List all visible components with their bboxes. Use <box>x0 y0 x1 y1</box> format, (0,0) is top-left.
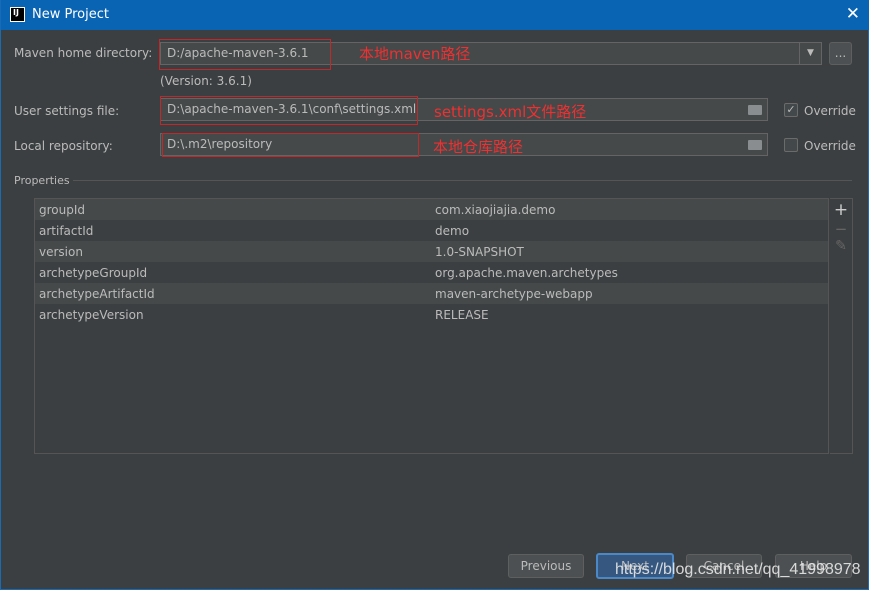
property-key: groupId <box>39 202 86 217</box>
property-value[interactable]: RELEASE <box>435 308 489 322</box>
highlight-box <box>162 133 419 157</box>
user-settings-label: User settings file: <box>14 104 120 118</box>
property-key: archetypeGroupId <box>39 265 148 280</box>
local-repo-override-checkbox[interactable] <box>784 138 798 152</box>
divider <box>73 180 852 181</box>
local-repo-annotation: 本地仓库路径 <box>433 138 524 156</box>
title-bar: IJ New Project ✕ <box>1 0 869 30</box>
add-icon[interactable]: + <box>830 200 852 220</box>
highlight-box <box>160 96 418 125</box>
property-key: archetypeVersion <box>39 307 144 322</box>
table-row[interactable]: archetypeVersion RELEASE <box>35 304 828 325</box>
local-repo-override-label: Override <box>804 139 856 153</box>
remove-icon[interactable]: − <box>830 220 852 238</box>
table-row[interactable]: version 1.0-SNAPSHOT <box>35 241 828 262</box>
table-row[interactable]: archetypeGroupId org.apache.maven.archety… <box>35 262 828 283</box>
chevron-down-icon[interactable]: ▼ <box>799 43 821 64</box>
watermark: https://blog.csdn.net/qq_41998978 <box>615 561 861 578</box>
local-repo-label: Local repository: <box>14 139 113 153</box>
properties-title: Properties <box>14 174 70 187</box>
browse-button[interactable]: ... <box>829 42 852 65</box>
maven-version: (Version: 3.6.1) <box>160 74 252 88</box>
table-row[interactable]: artifactId demo <box>35 220 828 241</box>
maven-home-label: Maven home directory: <box>14 46 153 60</box>
property-key: version <box>39 244 83 259</box>
highlight-box <box>159 39 331 70</box>
property-value[interactable]: com.xiaojiajia.demo <box>435 203 555 217</box>
maven-home-annotation: 本地maven路径 <box>359 45 471 63</box>
user-settings-override-checkbox[interactable]: ✓ <box>784 103 798 117</box>
property-value[interactable]: maven-archetype-webapp <box>435 287 593 301</box>
property-key: archetypeArtifactId <box>39 286 155 301</box>
property-value[interactable]: demo <box>435 224 469 238</box>
user-settings-annotation: settings.xml文件路径 <box>434 103 587 121</box>
property-value[interactable]: org.apache.maven.archetypes <box>435 266 618 280</box>
properties-table[interactable]: groupId com.xiaojiajia.demo artifactId demo… <box>34 198 829 454</box>
window-title: New Project <box>32 7 109 22</box>
user-settings-override-label: Override <box>804 104 856 118</box>
close-icon[interactable]: ✕ <box>846 4 860 24</box>
properties-toolbar: + − ✎ <box>830 198 853 454</box>
property-value[interactable]: 1.0-SNAPSHOT <box>435 245 524 259</box>
property-key: artifactId <box>39 223 94 238</box>
folder-icon[interactable] <box>748 105 762 115</box>
previous-button[interactable]: Previous <box>508 554 584 578</box>
folder-icon[interactable] <box>748 140 762 150</box>
table-row[interactable]: archetypeArtifactId maven-archetype-webap… <box>35 283 828 304</box>
edit-icon[interactable]: ✎ <box>830 238 852 254</box>
table-row[interactable]: groupId com.xiaojiajia.demo <box>35 199 828 220</box>
intellij-logo-icon: IJ <box>10 7 25 22</box>
